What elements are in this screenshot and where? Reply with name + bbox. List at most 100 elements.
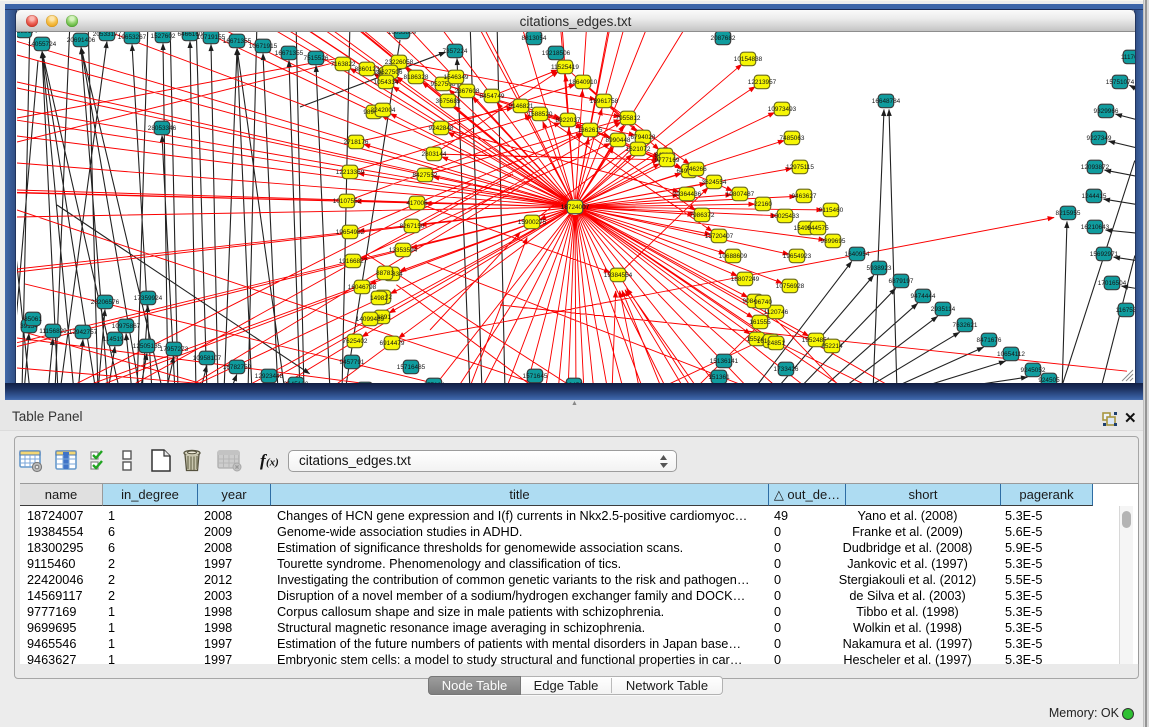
svg-text:16782759: 16782759 — [223, 364, 252, 371]
svg-text:16961758: 16961758 — [590, 98, 619, 105]
svg-text:15751074: 15751074 — [1106, 79, 1135, 86]
svg-text:10719155: 10719155 — [197, 34, 226, 41]
svg-text:8813054: 8813054 — [522, 35, 547, 42]
svg-text:19654982: 19654982 — [336, 229, 365, 236]
svg-text:10653267: 10653267 — [118, 34, 147, 41]
svg-text:746266: 746266 — [685, 166, 707, 173]
svg-text:1640954: 1640954 — [845, 251, 870, 258]
svg-text:2718176: 2718176 — [344, 139, 369, 146]
svg-text:19166827: 19166827 — [339, 258, 368, 265]
svg-text:12942757: 12942757 — [69, 329, 98, 336]
svg-text:19384554: 19384554 — [604, 272, 633, 279]
svg-text:1145194: 1145194 — [103, 336, 128, 343]
svg-text:16671355: 16671355 — [275, 50, 304, 57]
svg-text:9777169: 9777169 — [655, 157, 680, 164]
svg-text:17957273: 17957273 — [160, 346, 189, 353]
svg-text:15720407: 15720407 — [705, 233, 734, 240]
svg-text:10025433: 10025433 — [771, 213, 800, 220]
svg-text:20533177: 20533177 — [17, 32, 39, 35]
svg-text:18807249: 18807249 — [731, 276, 760, 283]
svg-text:(x): (x) — [266, 457, 279, 469]
svg-text:88783: 88783 — [376, 270, 394, 277]
svg-text:7986372: 7986372 — [690, 212, 715, 219]
svg-text:9474444: 9474444 — [911, 293, 936, 300]
svg-text:8215955: 8215955 — [1056, 210, 1081, 217]
svg-text:6794028: 6794028 — [631, 134, 656, 141]
svg-text:9227349: 9227349 — [1087, 135, 1112, 142]
svg-text:9463627: 9463627 — [792, 193, 817, 200]
svg-text:5938923: 5938923 — [867, 265, 892, 272]
svg-text:3624554: 3624554 — [702, 179, 727, 186]
svg-text:7515526: 7515526 — [304, 55, 329, 62]
svg-text:417006: 417006 — [406, 200, 428, 207]
svg-text:9115460: 9115460 — [819, 207, 844, 214]
svg-text:7625402: 7625402 — [343, 338, 368, 345]
svg-text:924505: 924505 — [1038, 377, 1060, 383]
svg-text:8322037: 8322037 — [556, 117, 581, 124]
svg-text:18640910: 18640910 — [569, 79, 598, 86]
svg-text:10154838: 10154838 — [734, 56, 763, 63]
svg-text:10807487: 10807487 — [726, 191, 755, 198]
svg-text:17359924: 17359924 — [134, 295, 163, 302]
svg-text:12093872: 12093872 — [1081, 164, 1110, 171]
svg-text:1571645: 1571645 — [523, 373, 548, 380]
svg-text:2367608: 2367608 — [455, 88, 480, 95]
svg-text:24851: 24851 — [767, 340, 785, 347]
svg-text:1546349: 1546349 — [444, 74, 469, 81]
svg-text:96740: 96740 — [754, 299, 772, 306]
svg-text:151361: 151361 — [708, 374, 730, 381]
svg-text:12975115: 12975115 — [786, 164, 814, 171]
svg-text:10671915: 10671915 — [249, 43, 278, 50]
svg-text:8267150: 8267150 — [400, 223, 425, 230]
svg-text:16210643: 16210643 — [1081, 224, 1110, 231]
svg-text:16648784: 16648784 — [872, 98, 901, 105]
svg-text:8427552: 8427552 — [413, 172, 438, 179]
svg-text:19654923: 19654923 — [783, 253, 812, 260]
svg-text:157164: 157164 — [423, 382, 445, 383]
svg-text:9245052: 9245052 — [1021, 367, 1046, 374]
svg-text:15900275: 15900275 — [518, 219, 547, 226]
svg-text:12213369: 12213369 — [336, 169, 365, 176]
svg-text:10973493: 10973493 — [768, 106, 797, 113]
svg-text:15692971: 15692971 — [1090, 251, 1119, 258]
svg-text:1733426: 1733426 — [774, 366, 799, 373]
svg-text:8471676: 8471676 — [977, 337, 1002, 344]
svg-text:8186328: 8186328 — [404, 74, 429, 81]
svg-text:12923448: 12923448 — [255, 373, 284, 380]
svg-text:16046798: 16046798 — [348, 284, 377, 291]
svg-text:85061: 85061 — [24, 316, 42, 323]
svg-text:14055724: 14055724 — [28, 41, 57, 48]
svg-text:28053346: 28053346 — [148, 125, 177, 132]
svg-text:12213957: 12213957 — [748, 79, 777, 86]
svg-text:6914479: 6914479 — [380, 340, 405, 347]
svg-text:111769: 111769 — [1121, 54, 1135, 61]
svg-text:10958107: 10958107 — [193, 355, 222, 362]
svg-text:9457791: 9457791 — [340, 359, 365, 366]
svg-text:14099489: 14099489 — [356, 316, 385, 323]
svg-text:22160: 22160 — [754, 201, 772, 208]
svg-text:2242004: 2242004 — [371, 107, 396, 114]
svg-text:20364436: 20364436 — [673, 191, 702, 198]
svg-text:16033809: 16033809 — [388, 32, 417, 36]
svg-text:16671355: 16671355 — [223, 38, 252, 45]
svg-text:252214: 252214 — [821, 343, 843, 350]
svg-text:11156829: 11156829 — [39, 328, 67, 335]
svg-text:2087682: 2087682 — [711, 35, 736, 42]
svg-text:1621072: 1621072 — [626, 146, 651, 153]
svg-text:161555: 161555 — [749, 319, 771, 326]
svg-text:20691406: 20691406 — [67, 37, 96, 44]
svg-text:944575: 944575 — [807, 225, 829, 232]
svg-text:116753: 116753 — [1116, 307, 1135, 314]
svg-text:9329966: 9329966 — [1094, 108, 1119, 115]
svg-text:9146821: 9146821 — [509, 103, 534, 110]
svg-text:7955812: 7955812 — [616, 115, 641, 122]
svg-text:3675685: 3675685 — [436, 98, 461, 105]
svg-text:1244415: 1244415 — [1082, 193, 1107, 200]
svg-text:14982: 14982 — [370, 295, 388, 302]
svg-text:19218506: 19218506 — [542, 50, 571, 57]
svg-text:10107552: 10107552 — [333, 198, 362, 205]
svg-text:1120746: 1120746 — [764, 309, 789, 316]
svg-text:10975867: 10975867 — [112, 323, 141, 330]
svg-text:15136141: 15136141 — [710, 358, 739, 365]
svg-text:1054334: 1054334 — [374, 79, 399, 86]
